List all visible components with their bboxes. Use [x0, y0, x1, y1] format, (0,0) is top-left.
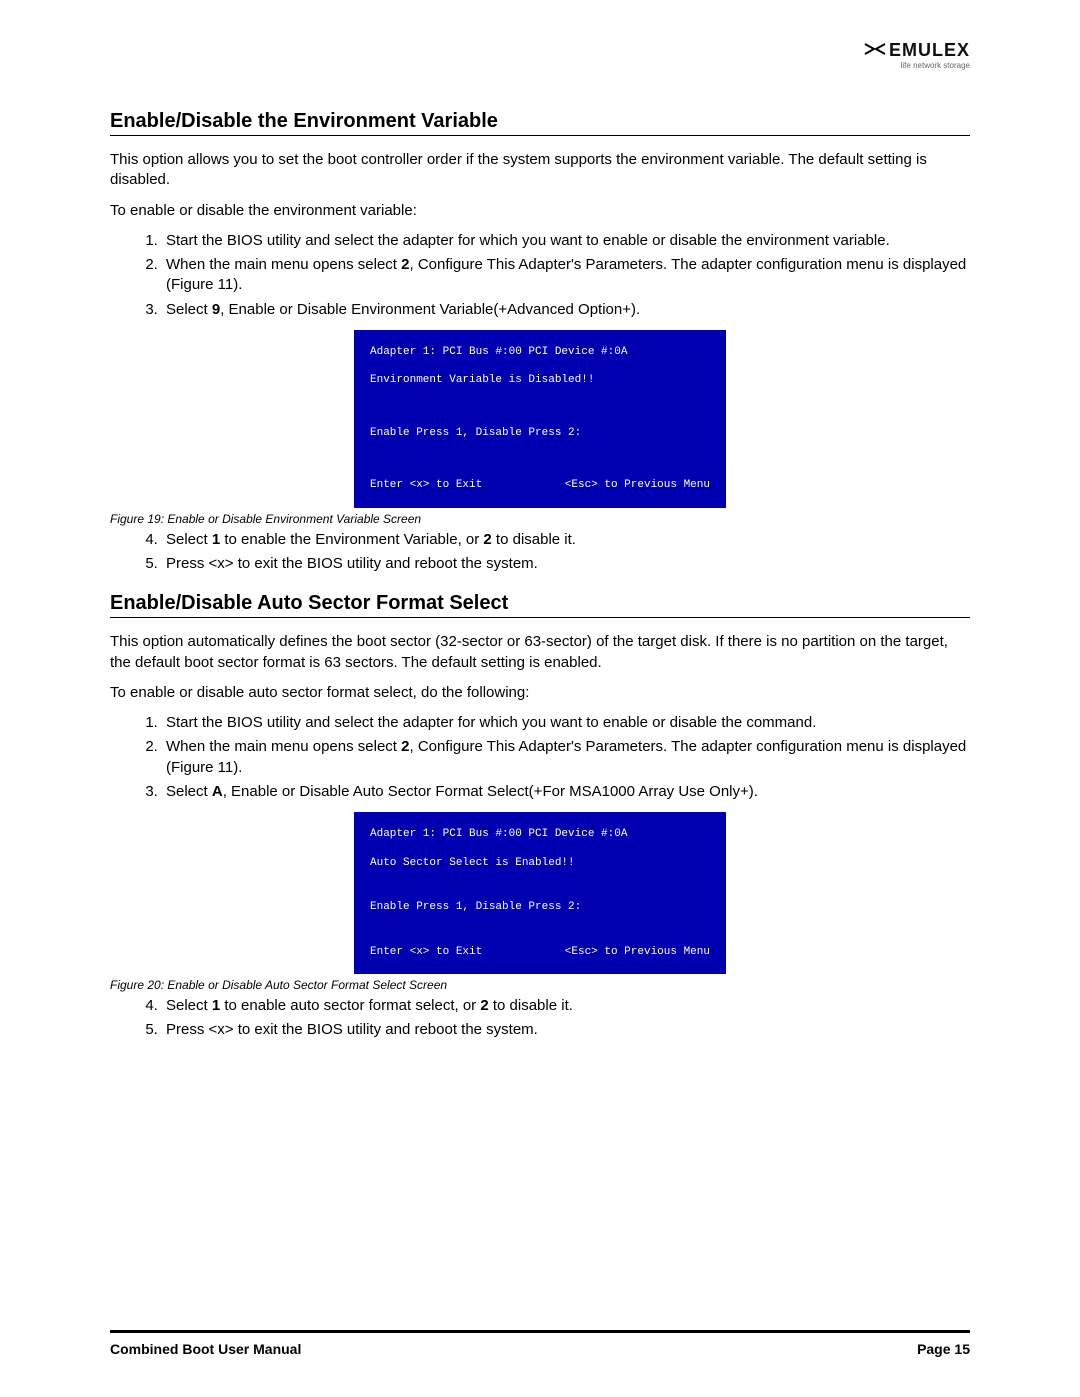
s1-step4: Select 1 to enable the Environment Varia…	[162, 530, 970, 550]
s1-step3: Select 9, Enable or Disable Environment …	[162, 300, 970, 320]
bios1-line2: Environment Variable is Disabled!!	[370, 372, 710, 389]
content: Enable/Disable the Environment Variable …	[110, 110, 970, 1041]
bios2-line1: Adapter 1: PCI Bus #:00 PCI Device #:0A	[370, 826, 710, 843]
page-footer: Combined Boot User Manual Page 15	[110, 1330, 970, 1357]
bios-screen-2: Adapter 1: PCI Bus #:00 PCI Device #:0A …	[354, 812, 726, 974]
s1-step5: Press <x> to exit the BIOS utility and r…	[162, 554, 970, 574]
section2-title: Enable/Disable Auto Sector Format Select	[110, 592, 970, 615]
s2-step4: Select 1 to enable auto sector format se…	[162, 996, 970, 1016]
logo-tagline: life network storage	[864, 61, 970, 70]
bios2-exit: Enter <x> to Exit	[370, 944, 482, 961]
footer-rule	[110, 1330, 970, 1333]
section1-lead: To enable or disable the environment var…	[110, 201, 970, 221]
footer-left: Combined Boot User Manual	[110, 1341, 301, 1357]
emulex-logo-icon	[864, 42, 886, 60]
footer-right: Page 15	[917, 1341, 970, 1357]
s1-step2: When the main menu opens select 2, Confi…	[162, 255, 970, 296]
section1-steps-b: Select 1 to enable the Environment Varia…	[110, 530, 970, 575]
section1-intro: This option allows you to set the boot c…	[110, 150, 970, 191]
bios1-line3: Enable Press 1, Disable Press 2:	[370, 425, 710, 442]
bios2-line2: Auto Sector Select is Enabled!!	[370, 855, 710, 872]
bios2-back: <Esc> to Previous Menu	[565, 944, 710, 961]
s1-step1: Start the BIOS utility and select the ad…	[162, 231, 970, 251]
figure20-caption: Figure 20: Enable or Disable Auto Sector…	[110, 978, 970, 992]
section1-title: Enable/Disable the Environment Variable	[110, 110, 970, 133]
section2-intro: This option automatically defines the bo…	[110, 632, 970, 673]
figure19-caption: Figure 19: Enable or Disable Environment…	[110, 512, 970, 526]
bios1-exit: Enter <x> to Exit	[370, 477, 482, 494]
bios1-line1: Adapter 1: PCI Bus #:00 PCI Device #:0A	[370, 344, 710, 361]
section2-steps-b: Select 1 to enable auto sector format se…	[110, 996, 970, 1041]
s2-step5: Press <x> to exit the BIOS utility and r…	[162, 1020, 970, 1040]
section2-lead: To enable or disable auto sector format …	[110, 683, 970, 703]
bios1-back: <Esc> to Previous Menu	[565, 477, 710, 494]
s2-step2: When the main menu opens select 2, Confi…	[162, 737, 970, 778]
s2-step1: Start the BIOS utility and select the ad…	[162, 713, 970, 733]
s2-step3: Select A, Enable or Disable Auto Sector …	[162, 782, 970, 802]
bios-screen-1: Adapter 1: PCI Bus #:00 PCI Device #:0A …	[354, 330, 726, 508]
page: EMULEX life network storage Enable/Disab…	[0, 0, 1080, 1397]
header-logo: EMULEX life network storage	[864, 40, 970, 70]
section1-steps-a: Start the BIOS utility and select the ad…	[110, 231, 970, 320]
bios2-line3: Enable Press 1, Disable Press 2:	[370, 899, 710, 916]
section2-steps-a: Start the BIOS utility and select the ad…	[110, 713, 970, 802]
logo-brand: EMULEX	[889, 40, 970, 61]
section2-rule	[110, 617, 970, 618]
section1-rule	[110, 135, 970, 136]
